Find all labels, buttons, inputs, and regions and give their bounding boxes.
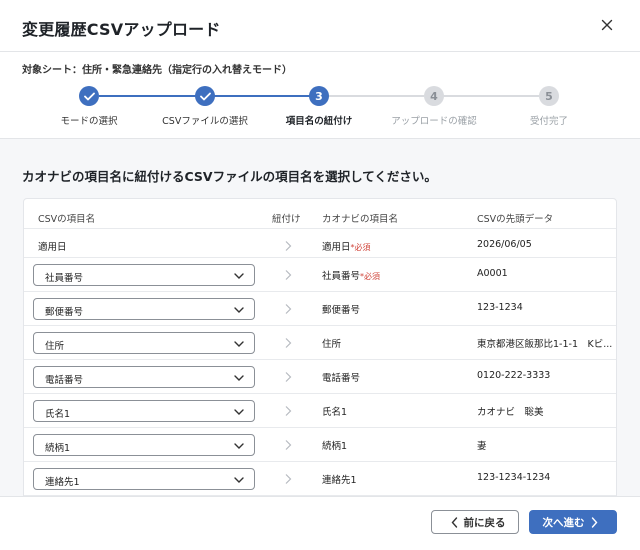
select-value: 連絡先1 (45, 477, 80, 488)
column-header-link: 紐付け (272, 214, 301, 225)
select-value: 社員番号 (45, 273, 84, 284)
step-2-label: CSVファイルの選択 (162, 116, 248, 127)
required-mark: *必須 (360, 272, 381, 281)
close-button[interactable] (596, 14, 618, 36)
step-5-indicator: 5 (539, 86, 559, 106)
csv-field-select[interactable]: 社員番号 (33, 264, 255, 286)
chevron-right-icon (285, 406, 292, 416)
next-button[interactable]: 次へ進む (529, 510, 617, 534)
step-connector (443, 95, 539, 97)
chevron-right-icon (285, 304, 292, 314)
csv-field-select[interactable]: 電話番号 (33, 366, 255, 388)
table-row: 連絡先1 連絡先1 123-1234-1234 (24, 461, 616, 495)
kaonavi-field-label: 社員番号 (322, 271, 361, 282)
step-3-label: 項目名の紐付け (285, 116, 353, 127)
mapping-table: CSVの項目名 紐付け カオナビの項目名 CSVの先頭データ 適用日 適用日*必… (23, 198, 617, 496)
progress-stepper: モードの選択 CSVファイルの選択 3 項目名の紐付け 4 アップロードの確認 … (0, 84, 640, 140)
kaonavi-field-label: 氏名1 (322, 407, 348, 418)
table-row: 続柄1 続柄1 妻 (24, 427, 616, 461)
csv-first-data: 妻 (477, 441, 487, 452)
step-2-indicator (195, 86, 215, 106)
instruction-text: カオナビの項目名に紐付けるCSVファイルの項目名を選択してください。 (22, 169, 437, 184)
kaonavi-field: 適用日*必須 (322, 239, 371, 253)
select-value: 氏名1 (45, 409, 71, 420)
csv-field-select[interactable]: 続柄1 (33, 434, 255, 456)
chevron-right-icon (591, 516, 597, 528)
table-row: 郵便番号 郵便番号 123-1234 (24, 291, 616, 325)
check-icon (83, 92, 95, 100)
step-connector (214, 95, 310, 97)
mapping-section[interactable]: カオナビの項目名に紐付けるCSVファイルの項目名を選択してください。 CSVの項… (0, 139, 640, 496)
kaonavi-field-label: 電話番号 (322, 373, 361, 384)
kaonavi-field-label: 連絡先1 (322, 475, 357, 486)
csv-upload-dialog: 変更履歴CSVアップロード 対象シート：住所・緊急連絡先（指定行の入れ替えモード… (0, 0, 640, 550)
chevron-right-icon (285, 440, 292, 450)
csv-field-select[interactable]: 住所 (33, 332, 255, 354)
step-1-indicator (79, 86, 99, 106)
dialog-title: 変更履歴CSVアップロード (22, 20, 221, 39)
step-1-label: モードの選択 (60, 116, 118, 127)
csv-first-data: 123-1234-1234 (477, 472, 551, 483)
chevron-down-icon (234, 273, 244, 279)
chevron-left-icon (451, 516, 457, 528)
step-connector (328, 95, 424, 97)
chevron-right-icon (285, 270, 292, 280)
chevron-right-icon (285, 474, 292, 484)
csv-first-data: カオナビ 聡美 (477, 407, 544, 418)
chevron-right-icon (285, 338, 292, 348)
chevron-down-icon (234, 443, 244, 449)
dialog-header: 変更履歴CSVアップロード (0, 0, 640, 52)
csv-first-data: 123-1234 (477, 302, 523, 313)
step-5-label: 受付完了 (529, 116, 568, 127)
column-header-csv-field: CSVの項目名 (38, 214, 96, 225)
csv-field-select[interactable]: 郵便番号 (33, 298, 255, 320)
kaonavi-field-label: 住所 (322, 339, 342, 350)
csv-first-data: A0001 (477, 268, 508, 279)
target-sheet-label: 対象シート：住所・緊急連絡先（指定行の入れ替えモード） (22, 65, 292, 76)
select-value: 電話番号 (45, 375, 84, 386)
table-row: 社員番号 社員番号*必須 A0001 (24, 257, 616, 291)
table-row: 氏名1 氏名1 カオナビ 聡美 (24, 393, 616, 427)
check-icon (199, 92, 211, 100)
chevron-down-icon (234, 375, 244, 381)
csv-first-data: 東京都港区飯那比1-1-1 Kビ... (477, 339, 613, 350)
close-icon (601, 19, 613, 31)
back-button-label: 前に戻る (463, 516, 506, 529)
select-value: 続柄1 (45, 443, 71, 454)
column-header-kaonavi-field: カオナビの項目名 (322, 214, 399, 225)
step-connector (99, 95, 205, 97)
chevron-down-icon (234, 409, 244, 415)
chevron-down-icon (234, 477, 244, 483)
back-button[interactable]: 前に戻る (431, 510, 519, 534)
csv-field-text: 適用日 (38, 242, 67, 253)
step-4-label: アップロードの確認 (391, 116, 477, 127)
csv-first-data: 2026/06/05 (477, 239, 532, 250)
select-value: 郵便番号 (45, 307, 84, 318)
csv-field-select[interactable]: 連絡先1 (33, 468, 255, 490)
step-3-indicator: 3 (309, 86, 329, 106)
column-header-csv-first-data: CSVの先頭データ (477, 214, 554, 225)
kaonavi-field-label: 郵便番号 (322, 305, 361, 316)
table-row: 電話番号 電話番号 0120-222-3333 (24, 359, 616, 393)
next-button-label: 次へ進む (542, 516, 585, 529)
dialog-footer: 前に戻る 次へ進む (0, 496, 640, 550)
required-mark: *必須 (350, 243, 371, 252)
chevron-right-icon (285, 241, 292, 251)
chevron-down-icon (234, 307, 244, 313)
kaonavi-field-label: 続柄1 (322, 441, 348, 452)
step-4-indicator: 4 (424, 86, 444, 106)
kaonavi-field-label: 適用日 (322, 242, 351, 253)
select-value: 住所 (45, 341, 65, 352)
csv-first-data: 0120-222-3333 (477, 370, 551, 381)
kaonavi-field: 社員番号*必須 (322, 268, 380, 282)
table-row: 住所 住所 東京都港区飯那比1-1-1 Kビ... (24, 325, 616, 359)
chevron-down-icon (234, 341, 244, 347)
csv-field-select[interactable]: 氏名1 (33, 400, 255, 422)
chevron-right-icon (285, 372, 292, 382)
